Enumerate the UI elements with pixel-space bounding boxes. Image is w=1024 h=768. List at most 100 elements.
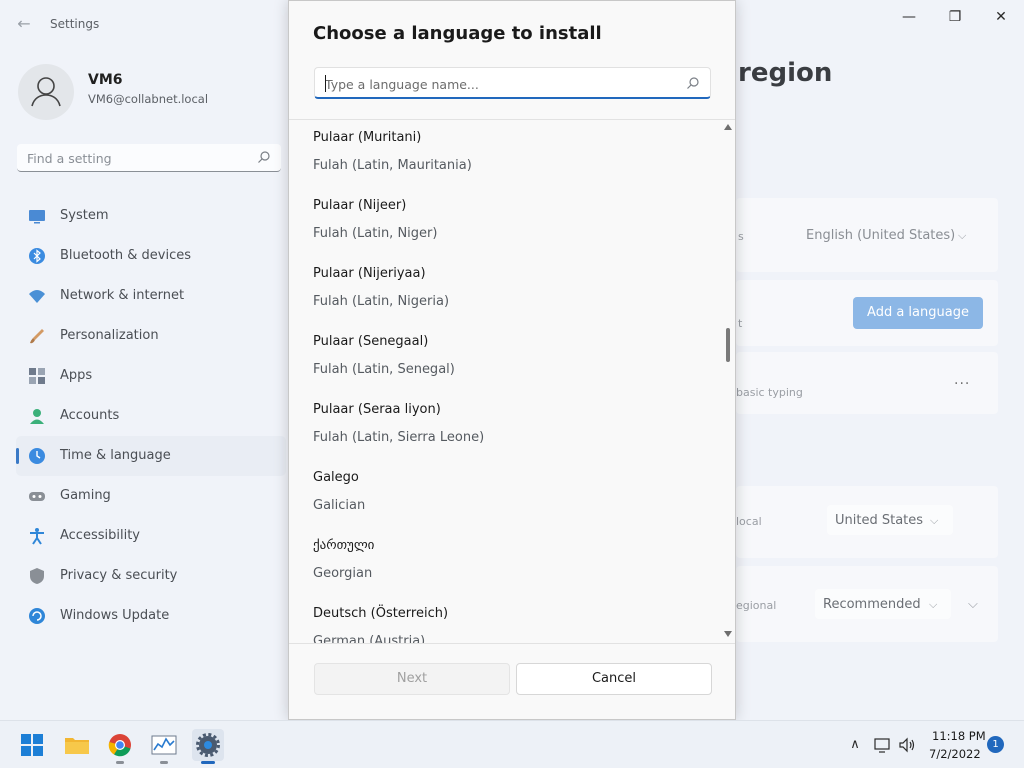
language-english-name: Fulah (Latin, Mauritania) xyxy=(313,158,472,173)
show-hidden-icons-chevron-icon[interactable]: ∧ xyxy=(845,735,865,755)
sidebar-item-gaming[interactable]: Gaming xyxy=(16,476,286,516)
language-english-name: Fulah (Latin, Niger) xyxy=(313,226,438,241)
chart-icon xyxy=(151,735,177,755)
row-label: local xyxy=(736,515,762,528)
sidebar-item-label: Accessibility xyxy=(60,528,140,543)
sidebar-item-label: Time & language xyxy=(60,448,171,463)
chrome-icon xyxy=(108,734,131,757)
language-option[interactable]: Galego Galician xyxy=(289,460,719,528)
language-option[interactable]: Deutsch (Österreich) German (Austria) xyxy=(289,596,719,644)
row-label: s xyxy=(738,230,744,243)
sidebar-item-bluetooth-devices[interactable]: Bluetooth & devices xyxy=(16,236,286,276)
language-list-container: Pulaar (Muritani) Fulah (Latin, Mauritani… xyxy=(289,119,735,644)
language-option[interactable]: Pulaar (Senegaal) Fulah (Latin, Senegal) xyxy=(289,324,719,392)
language-option[interactable]: ქართული Georgian xyxy=(289,528,719,596)
file-explorer-button[interactable] xyxy=(61,729,93,761)
folder-icon xyxy=(65,738,89,754)
user-icon xyxy=(31,77,61,107)
regional-format-value: Recommended xyxy=(823,597,921,612)
sidebar-item-accounts[interactable]: Accounts xyxy=(16,396,286,436)
language-english-name: Fulah (Latin, Sierra Leone) xyxy=(313,430,485,445)
language-list: Pulaar (Muritani) Fulah (Latin, Mauritani… xyxy=(289,120,719,644)
row-label: basic typing xyxy=(736,386,803,399)
gear-icon xyxy=(196,733,220,757)
clock-date[interactable]: 7/2/2022 xyxy=(929,747,981,761)
language-native-name: Pulaar (Senegaal) xyxy=(313,334,429,349)
sidebar-item-accessibility[interactable]: Accessibility xyxy=(16,516,286,556)
scroll-up-arrow-icon[interactable] xyxy=(724,124,732,130)
find-setting-field[interactable] xyxy=(17,144,281,172)
running-indicator xyxy=(160,761,168,764)
expand-chevron-icon[interactable]: ⌵ xyxy=(968,597,978,612)
sidebar-item-personalization[interactable]: Personalization xyxy=(16,316,286,356)
scroll-thumb[interactable] xyxy=(726,328,730,362)
dialog-title: Choose a language to install xyxy=(313,23,602,44)
sidebar-item-label: Gaming xyxy=(60,488,111,503)
language-search-input[interactable] xyxy=(325,75,675,93)
language-native-name: Pulaar (Seraa liyon) xyxy=(313,402,441,417)
chevron-down-icon: ⌵ xyxy=(958,229,967,242)
country-value: United States xyxy=(835,513,924,528)
sidebar-item-label: Windows Update xyxy=(60,608,170,623)
start-button[interactable] xyxy=(16,729,48,761)
notification-badge[interactable]: 1 xyxy=(987,736,1004,753)
windows-logo-icon xyxy=(21,734,43,756)
network-icon xyxy=(29,290,45,303)
more-options-icon[interactable]: ··· xyxy=(954,376,970,392)
user-profile[interactable]: VM6 VM6@collabnet.local xyxy=(18,64,278,120)
apps-icon xyxy=(29,368,45,384)
taskbar: ∧ 11:18 PM 7/2/2022 1 xyxy=(0,720,1024,768)
search-icon xyxy=(258,151,270,163)
task-manager-button[interactable] xyxy=(148,729,180,764)
avatar xyxy=(18,64,74,120)
search-icon xyxy=(687,77,699,89)
time-language-icon xyxy=(29,448,45,464)
close-button[interactable]: ✕ xyxy=(978,6,1024,28)
next-button[interactable]: Next xyxy=(314,663,510,695)
language-native-name: ქართული xyxy=(313,538,375,553)
sidebar-item-label: Network & internet xyxy=(60,288,185,303)
language-search-field[interactable] xyxy=(314,67,711,99)
language-option[interactable]: Pulaar (Nijeer) Fulah (Latin, Niger) xyxy=(289,188,719,256)
app-title: Settings xyxy=(50,17,100,31)
volume-icon[interactable] xyxy=(897,735,917,755)
language-english-name: Galician xyxy=(313,498,366,513)
active-indicator xyxy=(201,761,215,764)
sidebar-item-label: Bluetooth & devices xyxy=(60,248,191,263)
settings-nav: System Bluetooth & devices Network & inter… xyxy=(16,196,286,636)
sidebar-item-apps[interactable]: Apps xyxy=(16,356,286,396)
language-option[interactable]: Pulaar (Nijeriyaa) Fulah (Latin, Nigeria) xyxy=(289,256,719,324)
language-option[interactable]: Pulaar (Seraa liyon) Fulah (Latin, Sierra… xyxy=(289,392,719,460)
chrome-button[interactable] xyxy=(104,729,136,764)
sidebar-item-windows-update[interactable]: Windows Update xyxy=(16,596,286,636)
sidebar-item-label: System xyxy=(60,208,109,223)
gaming-icon xyxy=(29,492,45,501)
sidebar-item-label: Privacy & security xyxy=(60,568,178,583)
sidebar-item-network-internet[interactable]: Network & internet xyxy=(16,276,286,316)
sidebar-item-time-language[interactable]: Time & language xyxy=(16,436,286,476)
scroll-down-arrow-icon[interactable] xyxy=(724,631,732,637)
find-setting-input[interactable] xyxy=(27,149,247,167)
language-option[interactable]: Pulaar (Muritani) Fulah (Latin, Mauritani… xyxy=(289,120,719,188)
add-language-button[interactable]: Add a language xyxy=(853,297,983,329)
back-arrow-icon[interactable]: ← xyxy=(14,14,34,34)
accessibility-icon xyxy=(30,528,44,545)
cancel-button[interactable]: Cancel xyxy=(516,663,712,695)
maximize-button[interactable]: ❐ xyxy=(932,6,978,28)
language-native-name: Pulaar (Muritani) xyxy=(313,130,422,145)
sidebar-item-privacy-security[interactable]: Privacy & security xyxy=(16,556,286,596)
windows-update-icon xyxy=(29,608,45,624)
minimize-button[interactable]: — xyxy=(886,6,932,28)
scrollbar[interactable] xyxy=(721,120,735,643)
language-native-name: Deutsch (Österreich) xyxy=(313,606,449,621)
sidebar-item-system[interactable]: System xyxy=(16,196,286,236)
profile-email: VM6@collabnet.local xyxy=(88,92,209,106)
profile-name: VM6 xyxy=(88,72,123,88)
clock-time[interactable]: 11:18 PM xyxy=(932,729,986,743)
sidebar-item-label: Apps xyxy=(60,368,93,383)
network-icon[interactable] xyxy=(872,735,892,755)
display-language-value[interactable]: English (United States) xyxy=(806,228,955,243)
settings-taskbar-button[interactable] xyxy=(192,729,224,764)
chevron-down-icon: ⌵ xyxy=(929,598,938,611)
language-english-name: German (Austria) xyxy=(313,634,426,644)
